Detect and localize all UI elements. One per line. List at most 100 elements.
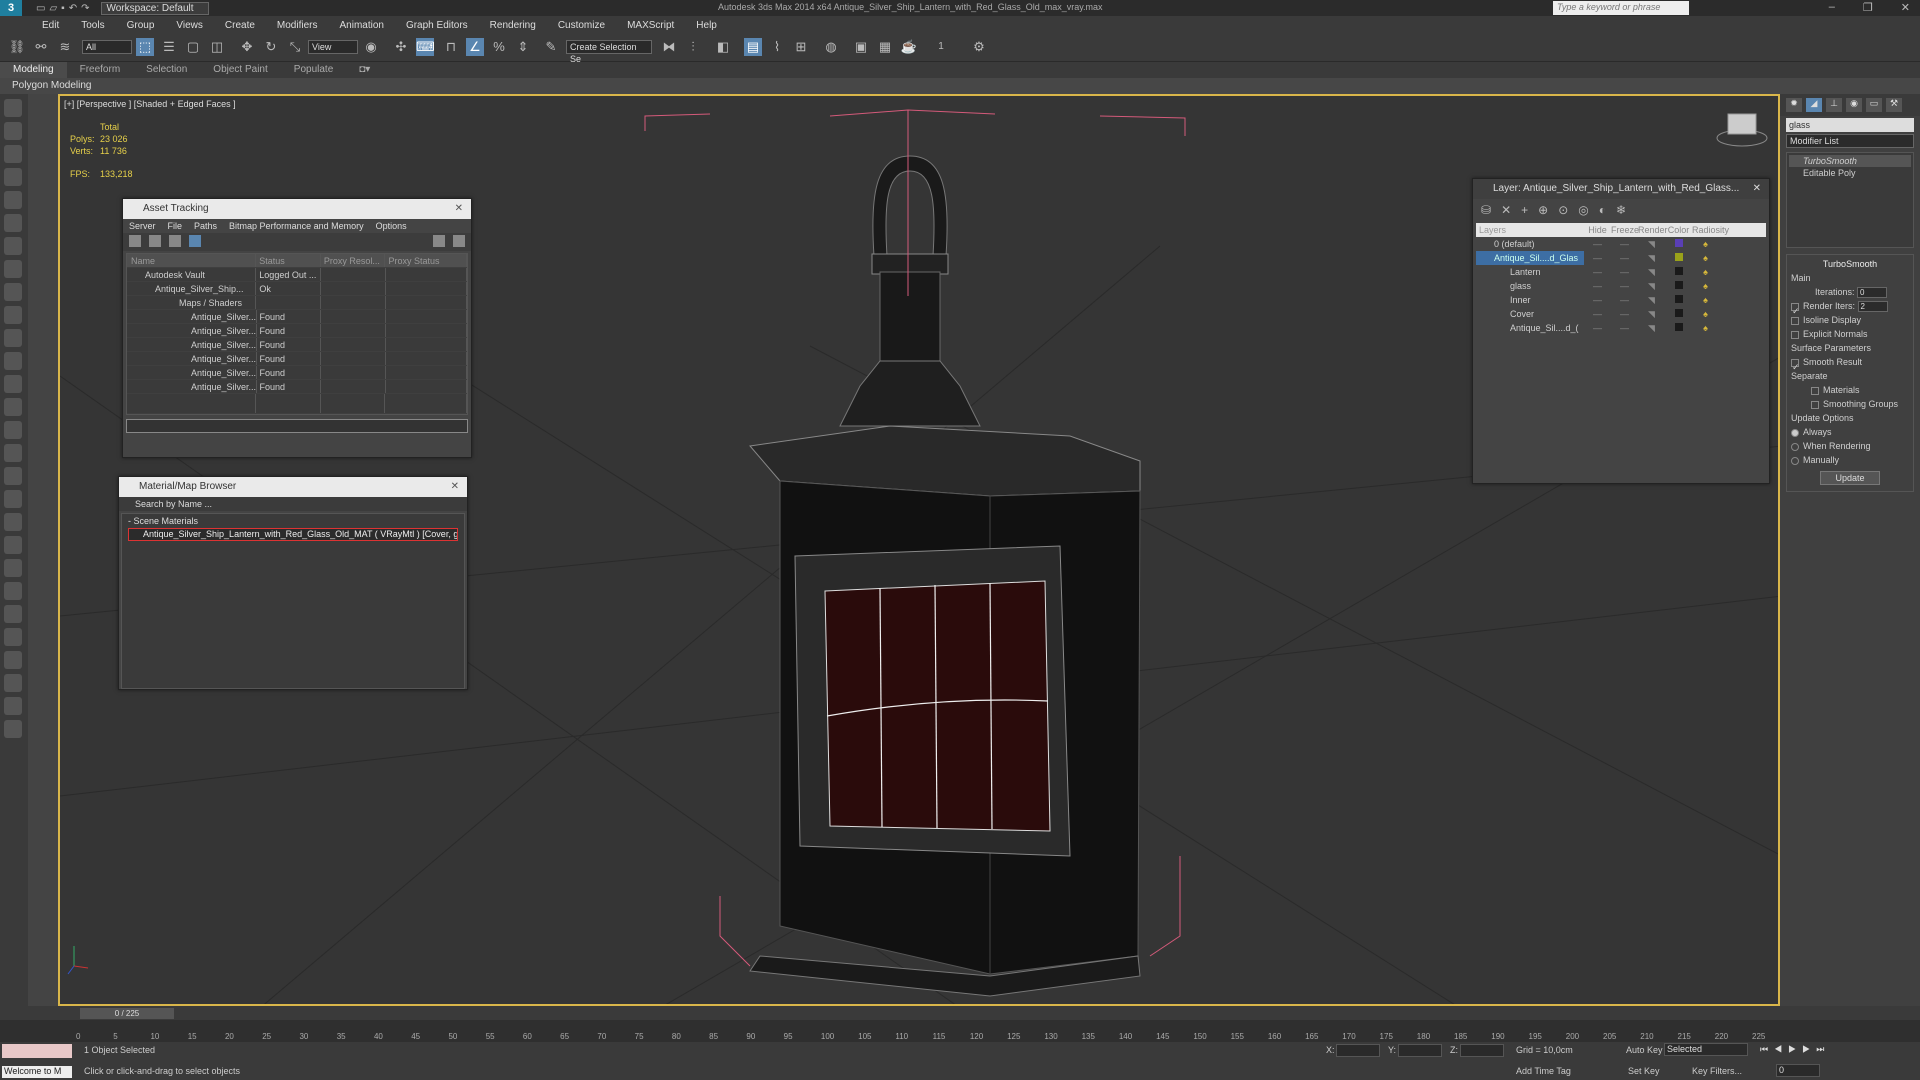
viewport-label[interactable]: [+] [Perspective ] [Shaded + Edged Faces… — [64, 99, 236, 109]
menu-views[interactable]: Views — [176, 20, 203, 31]
tool-20-icon[interactable] — [4, 536, 22, 554]
tool-6-icon[interactable] — [4, 214, 22, 232]
tool-10-icon[interactable] — [4, 306, 22, 324]
layer-color-swatch[interactable] — [1674, 281, 1683, 289]
redo-icon[interactable]: ↷ — [81, 3, 89, 14]
goto-start-icon[interactable]: ⏮ — [1760, 1044, 1774, 1054]
iterations-spinner[interactable]: 0 — [1857, 287, 1888, 299]
layer-row[interactable]: glass — — ◥ ♠ — [1476, 279, 1766, 293]
layer-color-swatch[interactable] — [1674, 253, 1683, 261]
angle-snap-icon[interactable]: ∠ — [466, 38, 484, 56]
lantern-model[interactable] — [749, 155, 1141, 997]
tool-7-icon[interactable] — [4, 237, 22, 255]
scale-icon[interactable]: ⤡ — [286, 38, 304, 56]
app-menu-icon[interactable]: 3 — [0, 0, 22, 16]
menu-customize[interactable]: Customize — [558, 20, 605, 31]
layer-color-swatch[interactable] — [1674, 323, 1683, 331]
tool-17-icon[interactable] — [4, 467, 22, 485]
select-in-layer-icon[interactable]: ⊙ — [1558, 203, 1568, 217]
hierarchy-tab-icon[interactable]: ⊥ — [1826, 98, 1842, 112]
table-row[interactable]: Maps / Shaders — [127, 296, 467, 310]
layer-row[interactable]: 0 (default) — — ◥ ♠ — [1476, 237, 1766, 251]
highlight-layer-icon[interactable]: ◎ — [1578, 203, 1588, 217]
help-search-input[interactable]: Type a keyword or phrase — [1553, 1, 1689, 15]
layer-tool-icon[interactable]: ⛁ — [1481, 203, 1491, 217]
ribbon-panel-polygon-modeling[interactable]: Polygon Modeling — [0, 78, 1920, 94]
maxscript-mini-listener[interactable] — [2, 1044, 72, 1058]
table-row[interactable]: Antique_Silver... Found — [127, 352, 467, 366]
table-row[interactable]: Antique_Silver_Ship... Ok — [127, 282, 467, 296]
tool-13-icon[interactable] — [4, 375, 22, 393]
table-row[interactable]: Autodesk Vault Logged Out ... — [127, 268, 467, 282]
table-row[interactable]: Antique_Silver... Found — [127, 366, 467, 380]
tool-28-icon[interactable] — [4, 720, 22, 738]
graphite-toggle-icon[interactable]: ▤ — [744, 38, 762, 56]
tool-23-icon[interactable] — [4, 605, 22, 623]
turbosmooth-rollout-title[interactable]: TurboSmooth — [1791, 257, 1909, 271]
y-coordinate-field[interactable] — [1398, 1044, 1442, 1057]
isoline-checkbox[interactable] — [1791, 316, 1799, 325]
pivot-center-icon[interactable]: ◉ — [362, 38, 380, 56]
goto-end-icon[interactable]: ⏭ — [1816, 1044, 1830, 1054]
menu-modifiers[interactable]: Modifiers — [277, 20, 318, 31]
tab-freeform[interactable]: Freeform — [67, 62, 134, 78]
tool-15-icon[interactable] — [4, 421, 22, 439]
table-view-icon[interactable] — [169, 235, 181, 247]
named-selection-dropdown[interactable]: Create Selection Se — [566, 40, 652, 64]
tool-25-icon[interactable] — [4, 651, 22, 669]
selection-filter-dropdown[interactable]: All — [82, 40, 132, 54]
tool-11-icon[interactable] — [4, 329, 22, 347]
layer-color-swatch[interactable] — [1674, 309, 1683, 317]
at-menu-options[interactable]: Options — [376, 221, 407, 231]
menu-help[interactable]: Help — [696, 20, 717, 31]
select-object-icon[interactable]: ⬚ — [136, 38, 154, 56]
set-key-button[interactable]: Set Key — [1628, 1066, 1660, 1076]
material-browser-titlebar[interactable]: Material/Map Browser ✕ — [119, 477, 467, 497]
tab-populate[interactable]: Populate — [281, 62, 346, 78]
curve-editor-icon[interactable]: ⌇ — [768, 38, 786, 56]
rotate-icon[interactable]: ↻ — [262, 38, 280, 56]
menu-graph-editors[interactable]: Graph Editors — [406, 20, 468, 31]
layer-row-selected[interactable]: Antique_Sil....d_Glas — — ◥ ♠ — [1476, 251, 1766, 265]
layer-color-swatch[interactable] — [1674, 295, 1683, 303]
tool-27-icon[interactable] — [4, 697, 22, 715]
percent-snap-icon[interactable]: % — [490, 38, 508, 56]
when-rendering-radio[interactable] — [1791, 442, 1799, 451]
utilities-tab-icon[interactable]: ⚒ — [1886, 98, 1902, 112]
close-icon[interactable]: ✕ — [455, 199, 463, 219]
new-file-icon[interactable]: ▭ — [36, 3, 45, 14]
key-filters-button[interactable]: Key Filters... — [1692, 1066, 1742, 1076]
tab-selection[interactable]: Selection — [133, 62, 200, 78]
menu-animation[interactable]: Animation — [339, 20, 383, 31]
hide-all-icon[interactable]: ◐ — [1599, 203, 1606, 217]
material-item[interactable]: Antique_Silver_Ship_Lantern_with_Red_Gla… — [128, 528, 458, 541]
close-icon[interactable]: ✕ — [1901, 1, 1910, 14]
tool-5-icon[interactable] — [4, 191, 22, 209]
table-row[interactable]: Antique_Silver... Found — [127, 310, 467, 324]
select-manipulate-icon[interactable]: ✣ — [392, 38, 410, 56]
layer-row[interactable]: Inner — — ◥ ♠ — [1476, 293, 1766, 307]
menu-group[interactable]: Group — [127, 20, 155, 31]
refresh-icon[interactable] — [129, 235, 141, 247]
menu-create[interactable]: Create — [225, 20, 255, 31]
freeze-all-icon[interactable]: ❄ — [1616, 203, 1626, 217]
track-bar[interactable]: 0 5 10 15 20 25 30 35 40 45 50 55 60 65 70 75 80 85 90 95 10… — [0, 1020, 1920, 1042]
table-row[interactable]: Antique_Silver... Found — [127, 338, 467, 352]
keyboard-shortcut-override-icon[interactable]: ⌨ — [416, 38, 435, 56]
align-icon[interactable]: ⫶ — [684, 38, 702, 56]
col-color[interactable]: Color — [1665, 223, 1692, 237]
unlink-icon[interactable]: ⚯ — [32, 38, 50, 56]
play-icon[interactable]: ▶ — [1788, 1044, 1802, 1054]
motion-tab-icon[interactable]: ◉ — [1846, 98, 1862, 112]
settings-gear-icon[interactable]: ⚙ — [970, 38, 988, 56]
snaps-toggle-icon[interactable]: ⊓ — [442, 38, 460, 56]
render-production-icon[interactable]: ☕ — [900, 38, 918, 56]
mirror-icon[interactable]: ⧓ — [660, 38, 678, 56]
at-menu-bitmap[interactable]: Bitmap Performance and Memory — [229, 221, 364, 231]
current-frame-field[interactable]: 0 — [1776, 1064, 1820, 1077]
manually-radio[interactable] — [1791, 456, 1799, 465]
next-frame-icon[interactable]: ▶ — [1802, 1044, 1816, 1054]
tool-2-icon[interactable] — [4, 122, 22, 140]
material-search-input[interactable]: Search by Name ... — [119, 497, 467, 511]
modify-tab-icon[interactable]: ◢ — [1806, 98, 1822, 112]
